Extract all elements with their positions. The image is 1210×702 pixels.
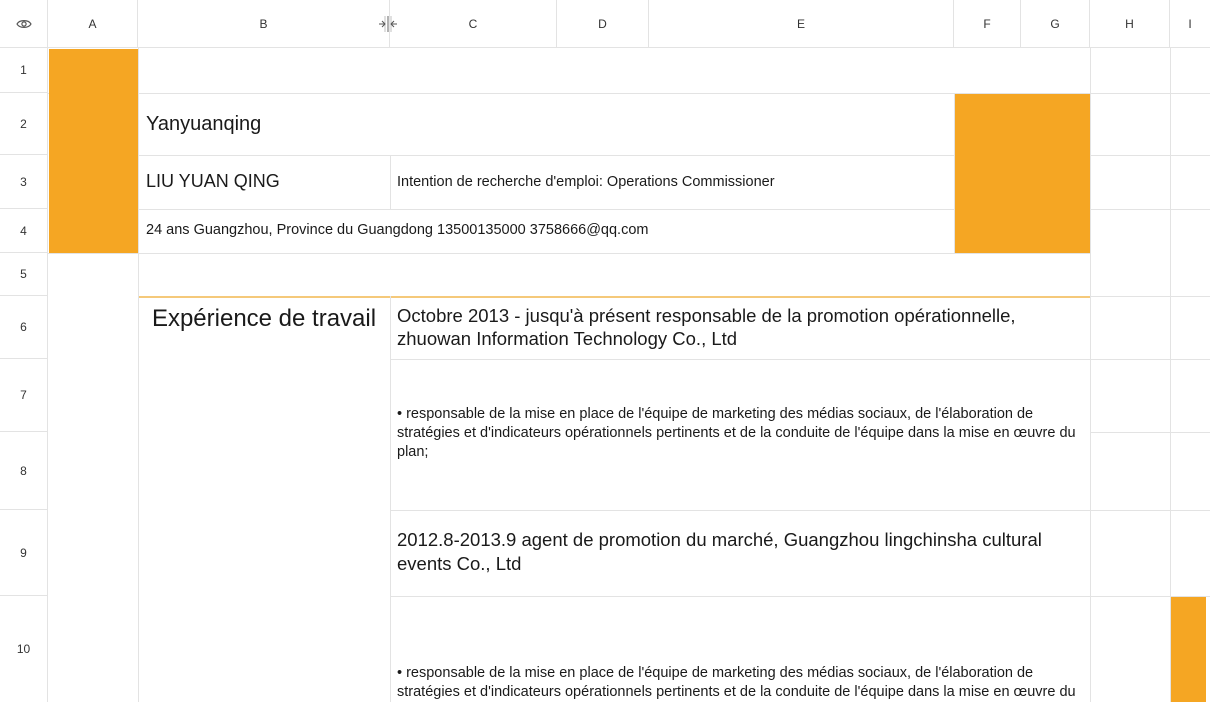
row-header-9[interactable]: 9 <box>0 510 48 596</box>
column-header-d[interactable]: D <box>557 0 649 48</box>
grid-line <box>48 93 1090 94</box>
column-header-f[interactable]: F <box>954 0 1021 48</box>
column-header-g[interactable]: G <box>1021 0 1090 48</box>
section-divider <box>138 296 1090 298</box>
grid-line <box>48 253 1090 254</box>
job-intention: Intention de recherche d'emploi: Operati… <box>397 174 775 190</box>
orange-cell-f2-g4[interactable] <box>955 94 1090 253</box>
column-header-i[interactable]: I <box>1170 0 1210 48</box>
row-header-1[interactable]: 1 <box>0 48 48 93</box>
grid-line <box>1090 48 1091 702</box>
row-header-8[interactable]: 8 <box>0 432 48 510</box>
grid-line <box>1090 155 1210 156</box>
contact-line: 24 ans Guangzhou, Province du Guangdong … <box>146 222 649 238</box>
column-header-c[interactable]: C <box>390 0 557 48</box>
row-header-7[interactable]: 7 <box>0 359 48 432</box>
grid-line <box>138 48 139 702</box>
job-title-1: Octobre 2013 - jusqu'à présent responsab… <box>397 305 1016 349</box>
job-description-1: • responsable de la mise en place de l'é… <box>397 406 1076 460</box>
name-pinyin: Yanyuanqing <box>146 113 262 135</box>
grid-line <box>390 510 1090 511</box>
grid-line <box>390 359 1090 360</box>
orange-cell-a1-a4[interactable] <box>49 49 138 253</box>
row-header-4[interactable]: 4 <box>0 209 48 253</box>
column-resize-cursor-icon[interactable] <box>378 15 398 33</box>
orange-cell-i10[interactable] <box>1171 597 1206 702</box>
column-header-b[interactable]: B <box>138 0 390 48</box>
grid-line <box>138 155 954 156</box>
visibility-toggle[interactable] <box>0 0 48 48</box>
grid-line <box>390 155 391 209</box>
section-title: Expérience de travail <box>151 305 377 332</box>
grid-line <box>390 296 391 702</box>
column-header-e[interactable]: E <box>649 0 954 48</box>
row-header-5[interactable]: 5 <box>0 253 48 296</box>
grid-line <box>1090 93 1210 94</box>
grid-line <box>1090 510 1210 511</box>
grid-line <box>1090 359 1210 360</box>
grid-line <box>1090 296 1210 297</box>
eye-icon <box>15 19 32 28</box>
grid-line <box>138 209 954 210</box>
grid-line <box>1090 432 1210 433</box>
grid-line <box>390 596 1090 597</box>
row-header-3[interactable]: 3 <box>0 155 48 209</box>
row-header-6[interactable]: 6 <box>0 296 48 359</box>
row-header-2[interactable]: 2 <box>0 93 48 155</box>
column-header-h[interactable]: H <box>1090 0 1170 48</box>
grid-line <box>1090 209 1210 210</box>
job-title-2: 2012.8-2013.9 agent de promotion du marc… <box>397 529 1042 574</box>
job-description-2: • responsable de la mise en place de l'é… <box>397 665 1076 700</box>
spreadsheet-grid[interactable]: A B C D E F G H I 1 2 3 4 5 6 7 8 9 10 Y… <box>0 0 1210 702</box>
name-uppercase: LIU YUAN QING <box>146 171 280 191</box>
row-header-10[interactable]: 10 <box>0 596 48 702</box>
column-header-a[interactable]: A <box>48 0 138 48</box>
